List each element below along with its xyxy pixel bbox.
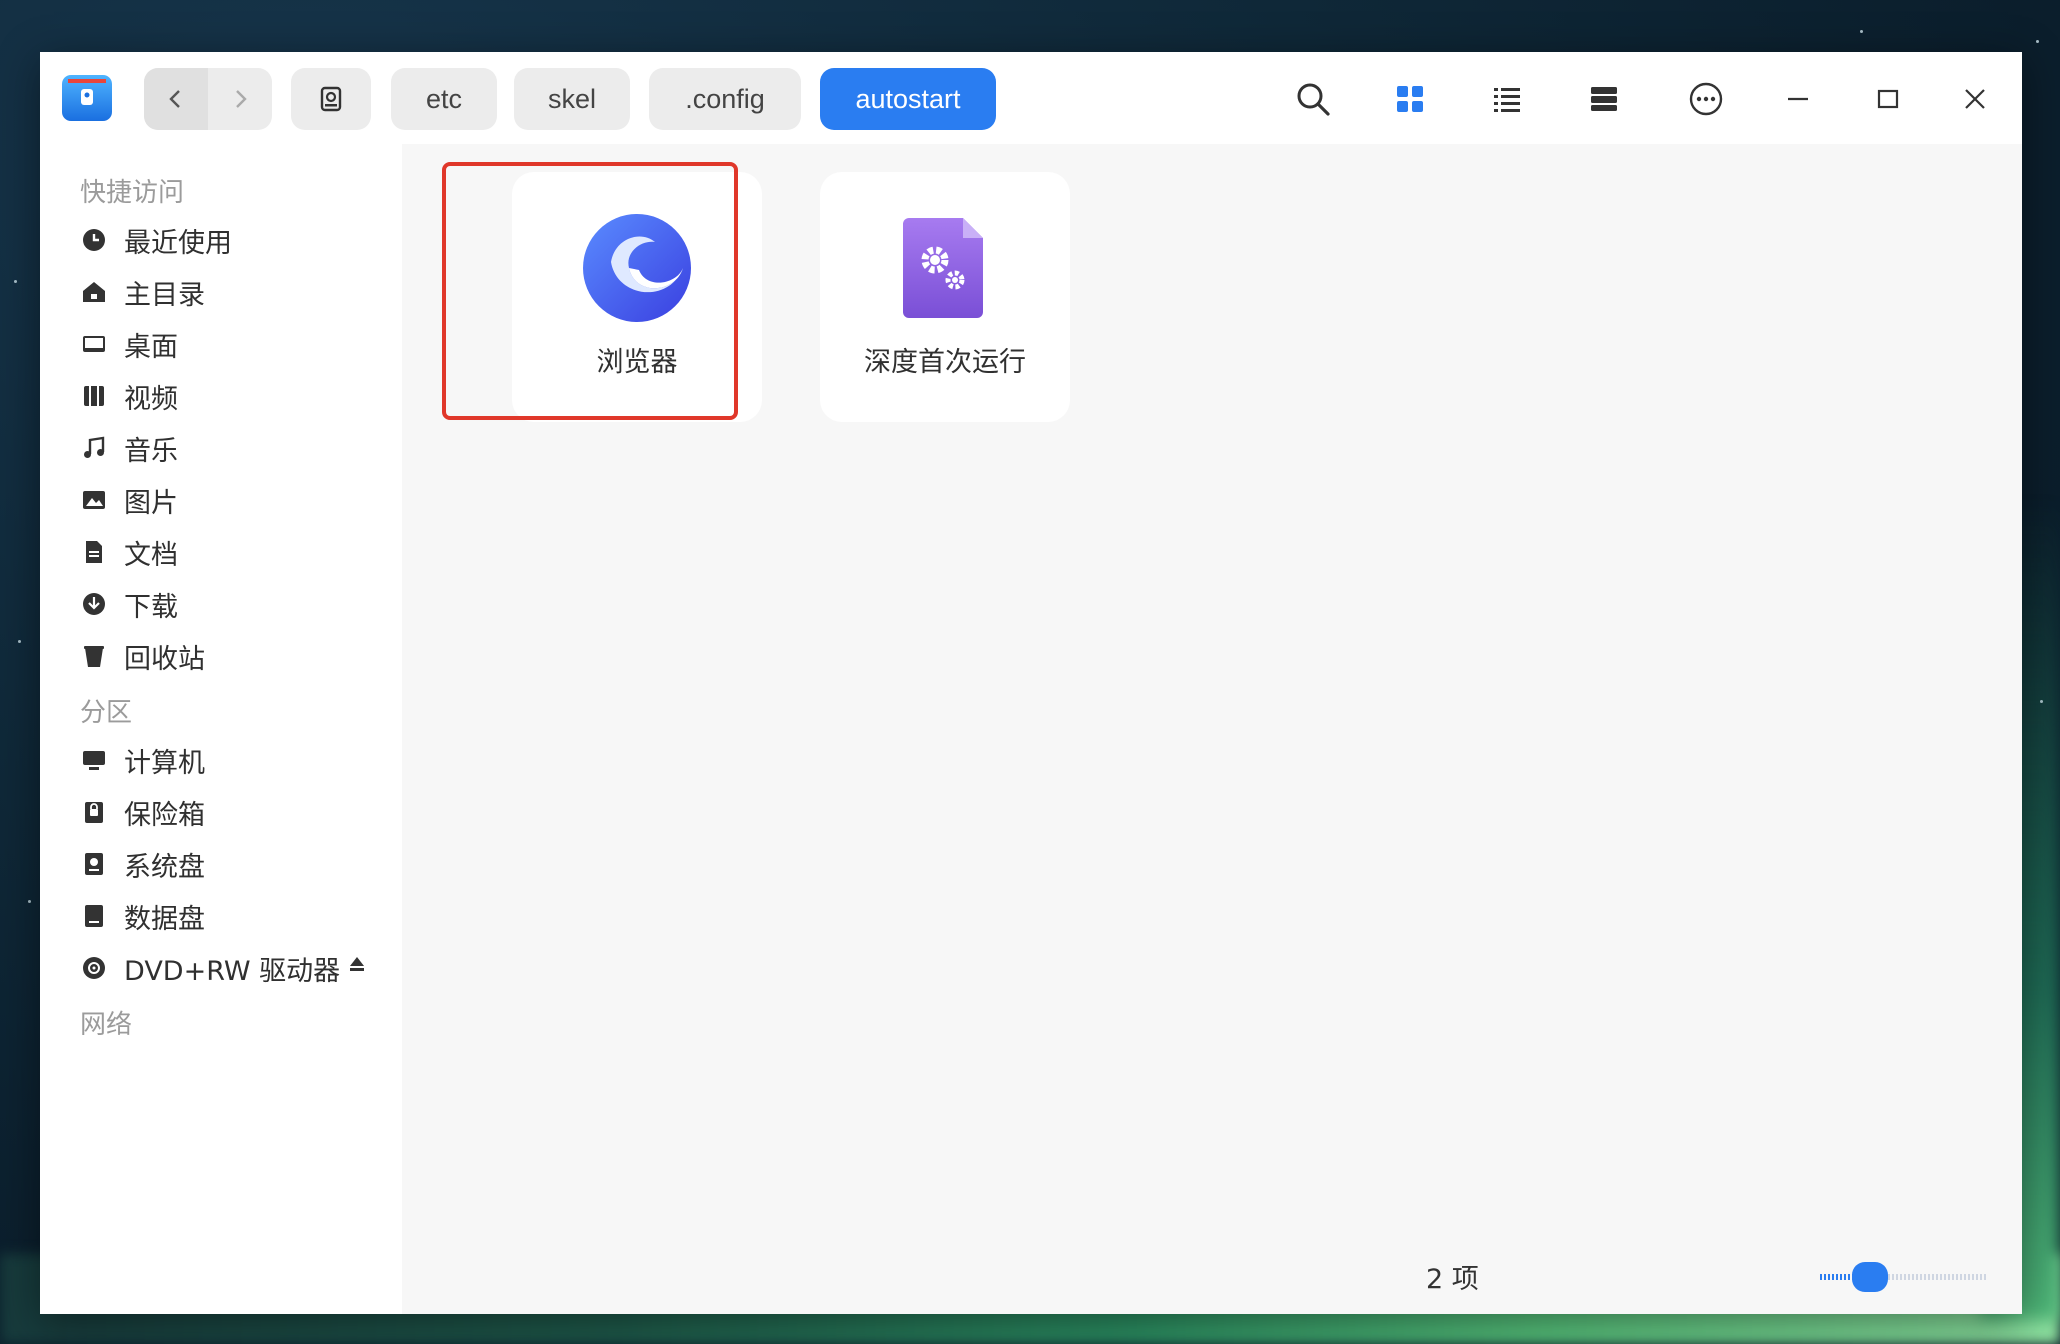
eject-icon — [350, 957, 364, 971]
close-icon — [1965, 89, 1985, 109]
sidebar-item-system-disk[interactable]: 系统盘 — [78, 838, 378, 890]
sidebar-item-label: 最近使用 — [124, 227, 232, 259]
document-icon — [86, 541, 102, 563]
sidebar-item-computer[interactable]: 计算机 — [78, 734, 378, 786]
section-title-network: 网络 — [80, 1010, 133, 1040]
close-button[interactable] — [1952, 76, 1998, 122]
file-name: 深度首次运行 — [864, 347, 1026, 378]
selection-highlight — [442, 162, 738, 420]
minimize-icon — [1788, 97, 1808, 101]
file-item[interactable]: 深度首次运行 — [820, 172, 1070, 422]
data-disk-icon — [85, 905, 103, 927]
trash-icon — [84, 646, 104, 667]
sidebar-item-desktop[interactable]: 桌面 — [78, 318, 378, 370]
search-icon — [1297, 83, 1330, 116]
file-manager-window: etc skel .config autostart 快捷访问 最近使用 主目录… — [40, 52, 2022, 1314]
sidebar-item-vault[interactable]: 保险箱 — [78, 786, 378, 838]
breadcrumb-root-disk[interactable] — [291, 68, 371, 130]
sidebar-item-label: 计算机 — [124, 747, 205, 779]
sidebar-item-home[interactable]: 主目录 — [78, 266, 378, 318]
sidebar-item-data-disk[interactable]: 数据盘 — [78, 890, 378, 942]
breadcrumb-item[interactable]: etc — [391, 68, 497, 130]
star — [14, 280, 17, 283]
star — [28, 900, 31, 903]
eject-button[interactable] — [348, 954, 366, 978]
detail-view-button[interactable] — [1581, 76, 1627, 122]
video-icon — [84, 386, 104, 406]
detail-view-icon — [1591, 87, 1617, 111]
back-button[interactable] — [144, 68, 208, 130]
history-nav — [144, 68, 272, 130]
status-item-count: 2 项 — [1426, 1264, 1479, 1295]
sidebar-item-recent[interactable]: 最近使用 — [78, 214, 378, 266]
chevron-right-icon — [236, 90, 247, 108]
system-disk-icon — [85, 853, 103, 875]
sidebar-item-documents[interactable]: 文档 — [78, 526, 378, 578]
sidebar-item-label: 数据盘 — [124, 903, 205, 935]
sidebar-item-downloads[interactable]: 下载 — [78, 578, 378, 630]
sidebar-item-label: 桌面 — [124, 331, 178, 363]
sidebar-item-label: 音乐 — [124, 435, 178, 467]
home-icon — [83, 282, 105, 302]
sidebar: 快捷访问 最近使用 主目录 桌面 视频 音乐 图片 文档 下载 回收站 分区 计… — [40, 144, 402, 1314]
disk-icon — [320, 86, 342, 112]
forward-button[interactable] — [208, 68, 272, 130]
maximize-icon — [1877, 89, 1899, 109]
maximize-button[interactable] — [1865, 76, 1911, 122]
breadcrumb-item-active[interactable]: autostart — [820, 68, 996, 130]
sidebar-item-label: 主目录 — [124, 279, 205, 311]
sidebar-item-trash[interactable]: 回收站 — [78, 630, 378, 682]
star — [2036, 40, 2039, 43]
star — [18, 640, 21, 643]
star — [2040, 700, 2043, 703]
icon-size-slider[interactable] — [1818, 1262, 1988, 1292]
picture-icon — [83, 491, 105, 509]
settings-file-icon — [903, 218, 983, 318]
sidebar-item-videos[interactable]: 视频 — [78, 370, 378, 422]
more-icon — [1689, 82, 1723, 116]
vault-icon — [85, 802, 103, 823]
list-view-icon — [1494, 88, 1520, 112]
sidebar-item-label: 保险箱 — [124, 799, 205, 831]
computer-icon — [83, 751, 105, 770]
sidebar-item-label: 视频 — [124, 383, 178, 415]
grid-view-icon — [1397, 86, 1423, 112]
sidebar-item-pictures[interactable]: 图片 — [78, 474, 378, 526]
star — [1860, 30, 1863, 33]
sidebar-item-label: DVD+RW 驱动器 — [124, 955, 341, 987]
dvd-icon — [83, 957, 105, 979]
section-title-partitions: 分区 — [80, 698, 133, 728]
title-bar: etc skel .config autostart — [40, 52, 2022, 144]
sidebar-item-label: 系统盘 — [124, 851, 205, 883]
chevron-left-icon — [169, 90, 180, 108]
sidebar-item-label: 图片 — [124, 487, 178, 519]
minimize-button[interactable] — [1775, 76, 1821, 122]
music-icon — [84, 436, 105, 458]
download-icon — [83, 593, 105, 615]
file-manager-logo-icon — [62, 75, 112, 121]
sidebar-item-label: 文档 — [124, 539, 178, 571]
sidebar-item-music[interactable]: 音乐 — [78, 422, 378, 474]
section-title-quick-access: 快捷访问 — [80, 178, 185, 208]
slider-handle[interactable] — [1852, 1262, 1888, 1292]
clock-icon — [83, 229, 105, 251]
desktop-icon — [83, 336, 105, 352]
sidebar-item-label: 回收站 — [124, 643, 205, 675]
breadcrumb-item[interactable]: .config — [649, 68, 801, 130]
sidebar-item-label: 下载 — [124, 591, 178, 623]
icon-view-button[interactable] — [1387, 76, 1433, 122]
more-options-button[interactable] — [1683, 76, 1729, 122]
search-button[interactable] — [1290, 76, 1336, 122]
breadcrumb-item[interactable]: skel — [514, 68, 630, 130]
list-view-button[interactable] — [1484, 76, 1530, 122]
